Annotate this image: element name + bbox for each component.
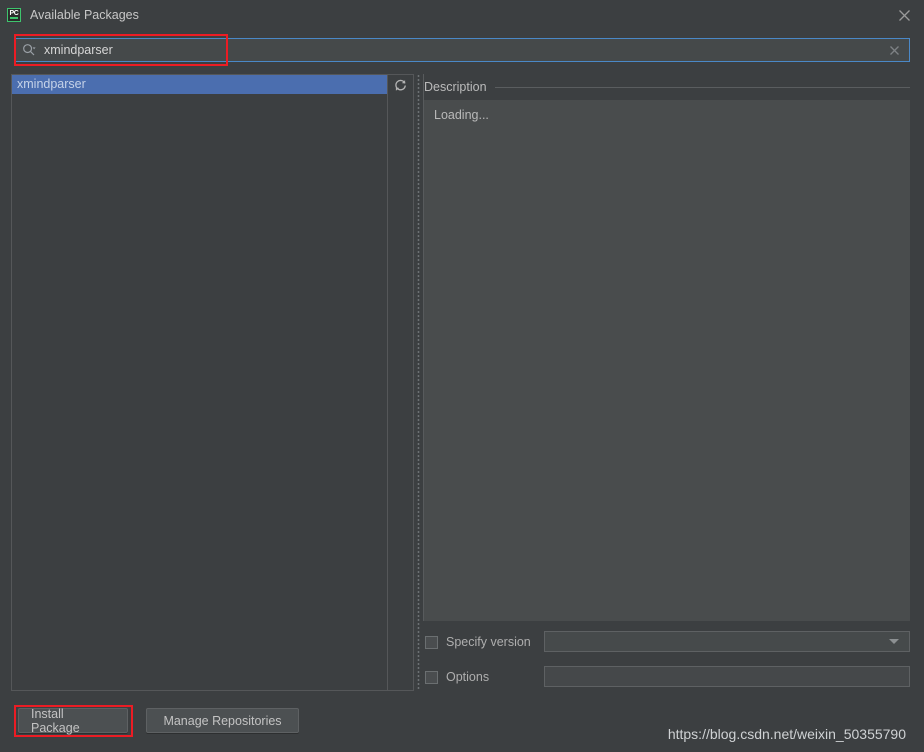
specify-version-checkbox[interactable] [425, 635, 438, 649]
search-field[interactable] [14, 38, 910, 62]
close-icon[interactable] [894, 5, 914, 25]
search-input[interactable] [36, 40, 888, 60]
search-icon [22, 43, 36, 57]
options-input[interactable] [544, 666, 910, 687]
package-list-panel[interactable]: xmindparser [11, 74, 414, 691]
package-list-toolbar [388, 75, 413, 690]
app-icon-accent-bar [10, 16, 18, 19]
description-header-rule [494, 86, 910, 88]
list-item[interactable]: xmindparser [12, 75, 387, 94]
description-header: Description [424, 78, 910, 95]
panel-splitter[interactable] [415, 74, 421, 691]
window-title: Available Packages [30, 7, 139, 22]
title-bar: PC Available Packages [0, 0, 924, 29]
package-list[interactable]: xmindparser [12, 75, 388, 690]
manage-repositories-button[interactable]: Manage Repositories [146, 708, 299, 733]
version-select[interactable] [544, 631, 910, 652]
clear-icon[interactable] [888, 44, 900, 56]
specify-version-label: Specify version [446, 635, 531, 649]
splitter-grip [416, 74, 420, 691]
chevron-down-icon [889, 639, 899, 644]
options-checkbox[interactable] [425, 670, 438, 684]
options-label: Options [446, 670, 490, 684]
install-package-button[interactable]: Install Package [18, 707, 128, 735]
pycharm-icon: PC [7, 7, 21, 22]
watermark-url: https://blog.csdn.net/weixin_50355790 [667, 726, 906, 742]
description-title: Description [424, 79, 487, 94]
description-body: Loading... [424, 100, 910, 621]
refresh-icon[interactable] [393, 78, 408, 93]
